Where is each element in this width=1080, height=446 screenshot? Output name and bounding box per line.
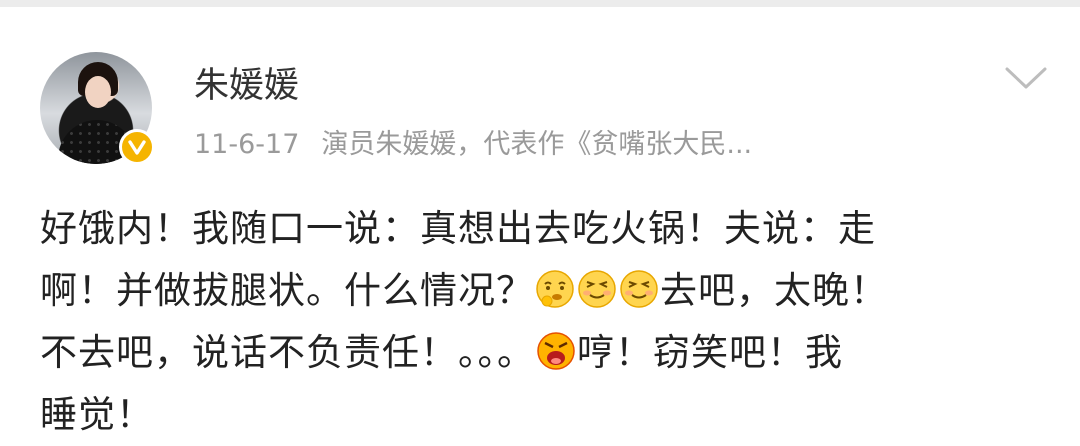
author-name[interactable]: 朱媛媛: [194, 64, 299, 108]
post-text-line3b: 哼！窃笑吧！我: [577, 331, 843, 374]
snicker-emoji-icon: [578, 269, 616, 308]
post-text-line2b: 去吧，太晚！: [660, 269, 888, 312]
chevron-down-icon[interactable]: [1004, 64, 1048, 92]
post-text-line4: 睡觉！: [40, 393, 154, 436]
thinking-emoji-icon: [536, 269, 574, 308]
verified-icon: [119, 129, 155, 165]
post-text-line3a: 不去吧，说话不负责任！。。。: [40, 331, 535, 374]
post-meta: 11-6-17 演员朱媛媛，代表作《贫嘴张大民...: [194, 127, 752, 163]
post-time: 11-6-17: [194, 129, 300, 160]
post-text-line1: 好饿内！我随口一说：真想出去吃火锅！夫说：走: [40, 207, 876, 250]
angry-emoji-icon: [537, 331, 575, 370]
top-divider: [0, 0, 1080, 7]
snicker-emoji-icon: [620, 269, 658, 308]
post-content: 好饿内！我随口一说：真想出去吃火锅！夫说：走 啊！并做拔腿状。什么情况？ 去吧，…: [40, 198, 1040, 446]
post-source: 演员朱媛媛，代表作《贫嘴张大民...: [321, 129, 753, 160]
post-text-line2a: 啊！并做拔腿状。什么情况？: [40, 269, 534, 312]
avatar-face: [85, 76, 111, 108]
